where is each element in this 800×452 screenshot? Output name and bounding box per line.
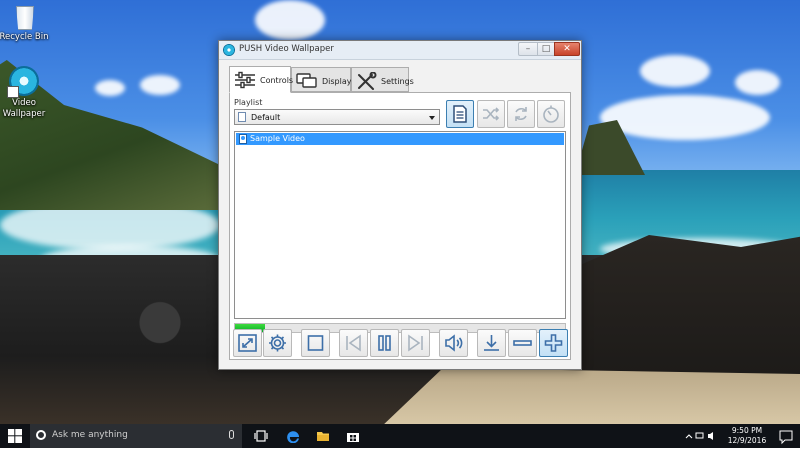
wallpaper-cloud xyxy=(640,55,710,87)
tab-label: Settings xyxy=(381,77,414,86)
minimize-button[interactable]: – xyxy=(518,42,538,56)
push-video-wallpaper-window: PUSH Video Wallpaper – □ ✕ Controls Disp… xyxy=(218,40,582,370)
remove-button[interactable] xyxy=(508,329,537,357)
wallpaper-sand xyxy=(380,368,800,424)
start-button[interactable] xyxy=(0,424,30,448)
displays-icon xyxy=(296,73,317,88)
store-icon xyxy=(347,433,359,442)
playlist-label: Playlist xyxy=(234,98,263,107)
close-button[interactable]: ✕ xyxy=(554,42,580,56)
network-icon xyxy=(695,432,704,439)
controls-panel: Playlist Default Sample Video xyxy=(229,92,571,360)
notification-icon xyxy=(779,430,793,445)
maximize-button[interactable]: □ xyxy=(537,42,555,56)
download-button[interactable] xyxy=(477,329,506,357)
volume-icon xyxy=(445,334,463,352)
system-tray xyxy=(684,424,720,448)
microphone-icon[interactable] xyxy=(229,430,234,439)
task-view-icon xyxy=(254,430,268,442)
playlist-listbox[interactable]: Sample Video xyxy=(234,131,566,319)
tab-controls[interactable]: Controls xyxy=(229,66,294,93)
settings-gear-icon xyxy=(269,334,286,352)
video-file-icon xyxy=(239,134,247,144)
playlist-dropdown[interactable]: Default xyxy=(234,109,440,125)
shuffle-icon xyxy=(483,107,500,121)
taskbar: Ask me anything 9:50 PM 12/9/2016 xyxy=(0,424,800,448)
fullscreen-button[interactable] xyxy=(233,329,262,357)
previous-button[interactable] xyxy=(339,329,368,357)
recycle-bin-icon xyxy=(12,2,36,30)
clock[interactable]: 9:50 PM 12/9/2016 xyxy=(722,426,772,446)
clock-date: 12/9/2016 xyxy=(727,436,767,445)
repeat-icon xyxy=(515,107,527,121)
stop-button[interactable] xyxy=(301,329,330,357)
timer-icon xyxy=(543,105,559,123)
desktop-icon-label: Recycle Bin xyxy=(0,32,49,42)
wrench-screwdriver-icon xyxy=(358,72,377,90)
repeat-button[interactable] xyxy=(507,100,535,128)
volume-button[interactable] xyxy=(439,329,468,357)
task-view-button[interactable] xyxy=(246,424,276,448)
playlist-selected-value: Default xyxy=(251,113,281,122)
edge-button[interactable] xyxy=(278,424,308,448)
clock-time: 9:50 PM xyxy=(731,426,763,435)
timer-button[interactable] xyxy=(537,100,565,128)
app-logo-icon xyxy=(223,44,235,56)
wallpaper-cloud xyxy=(255,0,325,40)
action-center-button[interactable] xyxy=(776,424,796,448)
remove-icon xyxy=(513,340,532,346)
tab-displays[interactable]: Displays xyxy=(291,67,356,92)
next-button[interactable] xyxy=(401,329,430,357)
show-hidden-icon xyxy=(685,434,693,439)
speaker-icon xyxy=(708,432,713,440)
tab-label: Controls xyxy=(260,76,294,85)
playlist-button[interactable] xyxy=(446,100,474,128)
file-explorer-button[interactable] xyxy=(308,424,338,448)
file-explorer-icon xyxy=(317,432,329,441)
download-icon xyxy=(484,335,499,351)
list-item[interactable]: Sample Video xyxy=(236,133,564,145)
video-wallpaper-icon xyxy=(7,66,39,98)
search-box[interactable]: Ask me anything xyxy=(30,424,242,448)
windows-logo-icon xyxy=(8,429,22,443)
wallpaper-rocks xyxy=(580,235,800,385)
wallpaper-cloud xyxy=(140,75,180,95)
add-button[interactable] xyxy=(539,329,568,357)
pause-icon xyxy=(378,335,391,351)
list-item-label: Sample Video xyxy=(250,134,305,143)
desktop-icon-recycle-bin[interactable]: Recycle Bin xyxy=(0,2,54,43)
document-icon xyxy=(238,112,246,122)
previous-icon xyxy=(346,334,361,352)
chevron-down-icon xyxy=(429,116,435,120)
cortana-icon xyxy=(36,430,46,440)
tray-icons xyxy=(685,432,713,440)
playlist-icon xyxy=(453,105,467,123)
fullscreen-icon xyxy=(238,334,257,352)
title-bar[interactable]: PUSH Video Wallpaper – □ ✕ xyxy=(219,41,581,60)
pause-button[interactable] xyxy=(370,329,399,357)
desktop-icon-label: Video Wallpaper xyxy=(2,98,46,119)
search-placeholder: Ask me anything xyxy=(52,430,128,440)
sliders-icon xyxy=(235,71,255,89)
window-title: PUSH Video Wallpaper xyxy=(239,44,334,54)
wallpaper-cloud xyxy=(95,80,125,96)
desktop-icon-video-wallpaper[interactable]: Video Wallpaper xyxy=(0,66,54,120)
tab-settings[interactable]: Settings xyxy=(351,67,414,92)
next-icon xyxy=(408,334,423,352)
shuffle-button[interactable] xyxy=(477,100,505,128)
store-button[interactable] xyxy=(338,424,368,448)
wallpaper-cloud xyxy=(600,95,770,140)
edge-icon xyxy=(287,431,299,443)
stop-icon xyxy=(307,335,324,351)
wallpaper-cloud xyxy=(735,70,780,95)
settings-button[interactable] xyxy=(263,329,292,357)
add-icon xyxy=(544,334,563,352)
